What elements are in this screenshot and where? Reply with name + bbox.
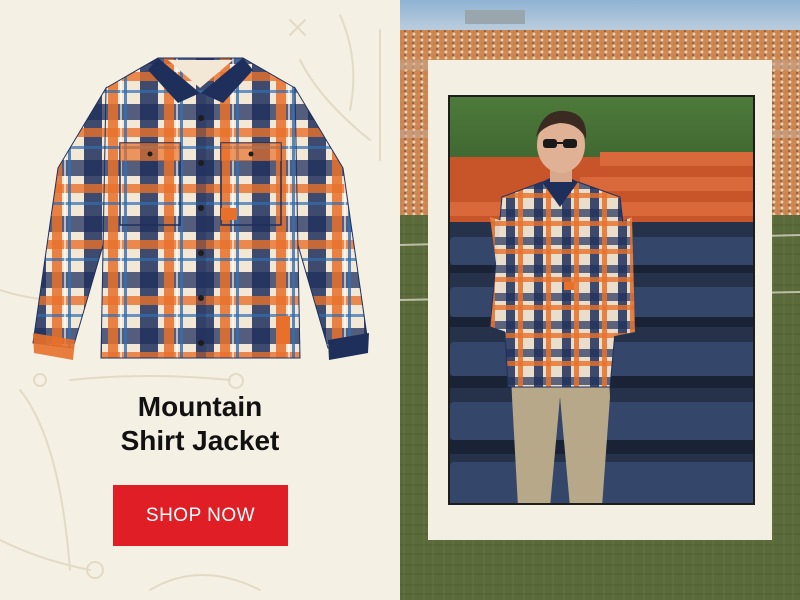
- product-title-line2: Shirt Jacket: [120, 425, 280, 456]
- photo-frame: [428, 60, 772, 540]
- plaid-shirt-icon: [32, 57, 369, 360]
- stadium-model-icon: [450, 97, 753, 503]
- shop-now-button[interactable]: SHOP NOW: [113, 485, 288, 546]
- model-photo[interactable]: [448, 95, 755, 505]
- product-image[interactable]: [28, 48, 373, 373]
- product-panel: Mountain Shirt Jacket SHOP NOW: [0, 0, 400, 600]
- lifestyle-panel: [400, 0, 800, 600]
- product-title-line1: Mountain: [137, 391, 263, 422]
